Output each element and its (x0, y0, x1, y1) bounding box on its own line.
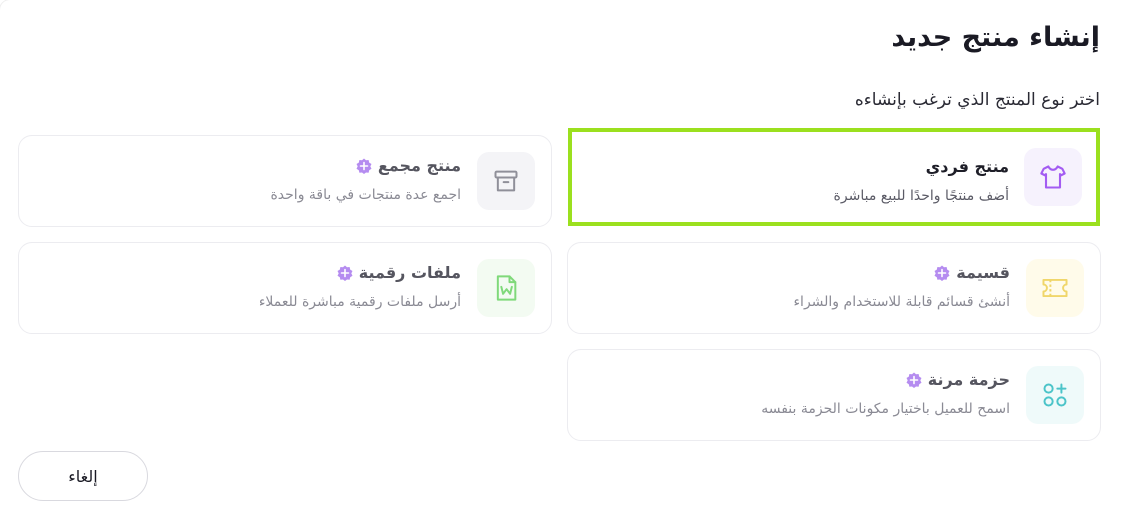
option-title: منتج مجمع (356, 156, 461, 175)
premium-badge-icon (934, 265, 950, 281)
tshirt-icon (1024, 148, 1082, 206)
create-product-dialog: إنشاء منتج جديد اختر نوع المنتج الذي ترغ… (0, 0, 1122, 506)
option-coupon[interactable]: قسيمة أنشئ قسائم قابلة للاستخدام والشراء (567, 242, 1101, 334)
option-title: ملفات رقمية (337, 263, 461, 282)
dialog-subtitle: اختر نوع المنتج الذي ترغب بإنشاءه (854, 90, 1100, 110)
dialog-title: إنشاء منتج جديد (891, 22, 1100, 53)
option-description: أضف منتجًا واحدًا للبيع مباشرة (833, 188, 1009, 204)
option-title: منتج فردي (925, 157, 1009, 176)
option-description: أنشئ قسائم قابلة للاستخدام والشراء (793, 294, 1010, 310)
option-digital-files[interactable]: ملفات رقمية أرسل ملفات رقمية مباشرة للعم… (18, 242, 552, 334)
ticket-icon (1026, 259, 1084, 317)
document-icon (477, 259, 535, 317)
shapes-plus-icon (1026, 366, 1084, 424)
cancel-button[interactable]: إلغاء (18, 451, 148, 501)
option-single-product[interactable]: منتج فردي أضف منتجًا واحدًا للبيع مباشرة (568, 128, 1100, 226)
option-description: اسمح للعميل باختيار مكونات الحزمة بنفسه (761, 401, 1010, 417)
premium-badge-icon (906, 372, 922, 388)
option-title: حزمة مرنة (906, 370, 1010, 389)
premium-badge-icon (337, 265, 353, 281)
option-description: أرسل ملفات رقمية مباشرة للعملاء (258, 294, 461, 310)
premium-badge-icon (356, 158, 372, 174)
archive-box-icon (477, 152, 535, 210)
option-bundle-product[interactable]: منتج مجمع اجمع عدة منتجات في باقة واحدة (18, 135, 552, 227)
option-flexible-bundle[interactable]: حزمة مرنة اسمح للعميل باختيار مكونات الح… (567, 349, 1101, 441)
option-title: قسيمة (934, 263, 1010, 282)
option-description: اجمع عدة منتجات في باقة واحدة (270, 187, 461, 203)
